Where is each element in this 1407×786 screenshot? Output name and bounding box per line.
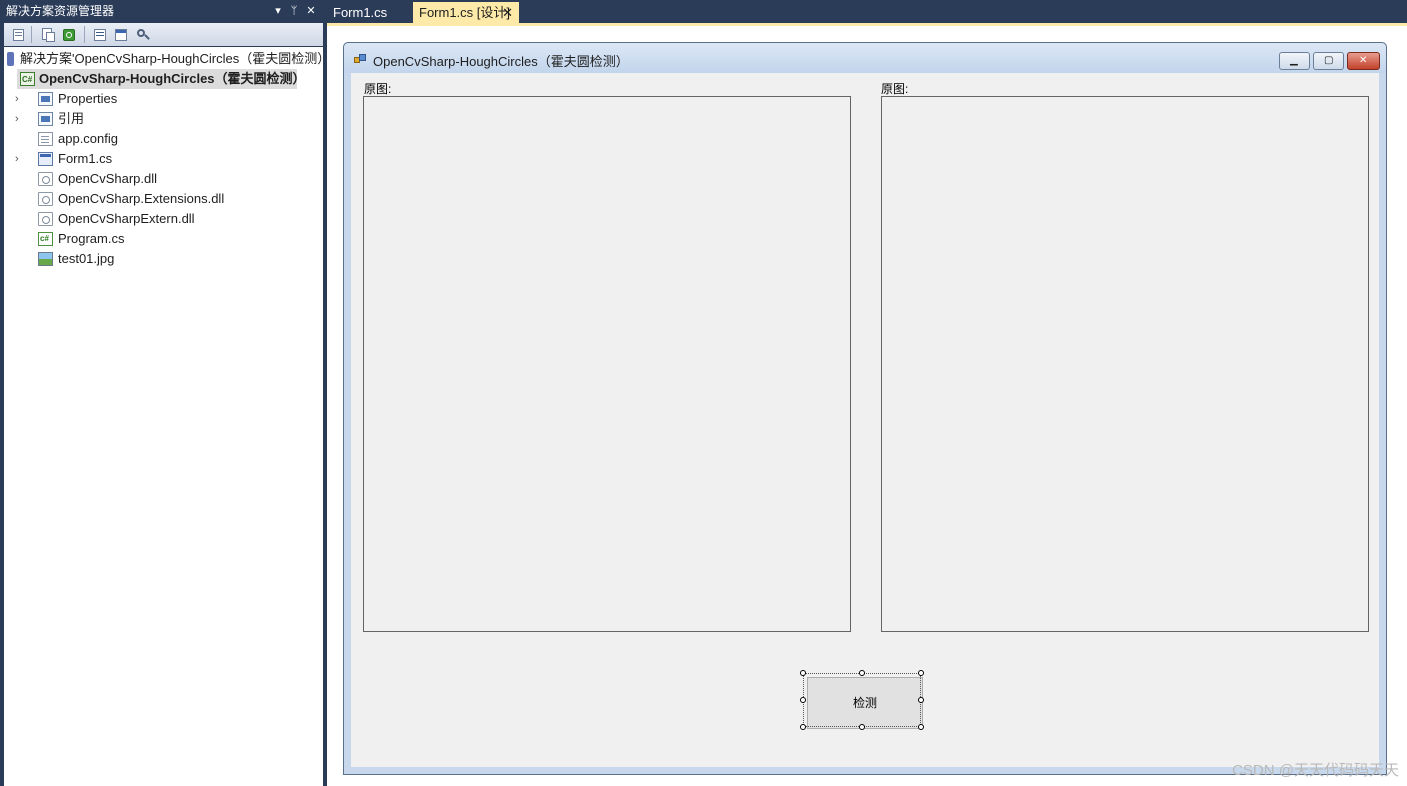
tree-item-form1[interactable]: › Form1.cs <box>4 149 323 169</box>
tree-item-label: OpenCvSharp.Extensions.dll <box>58 191 225 206</box>
minimize-button[interactable]: ▁ <box>1279 52 1310 70</box>
tree-item-label: Properties <box>58 91 118 106</box>
config-file-icon <box>38 132 53 146</box>
image-file-icon <box>38 252 53 266</box>
resize-handle-bottom[interactable] <box>859 724 865 730</box>
tab-close-icon[interactable]: ✕ <box>502 2 513 23</box>
solution-explorer-title: 解决方案资源管理器 <box>6 4 115 18</box>
expand-icon[interactable]: › <box>15 89 25 109</box>
designer-form-window[interactable]: OpenCvSharp-HoughCircles（霍夫圆检测） ▁ ▢ ✕ 原图… <box>343 42 1387 775</box>
resize-handle-right[interactable] <box>918 697 924 703</box>
resize-handle-top-left[interactable] <box>800 670 806 676</box>
properties-icon <box>38 92 53 106</box>
resize-handle-bottom-right[interactable] <box>918 724 924 730</box>
expand-icon[interactable]: › <box>15 109 25 129</box>
original-image-label-left: 原图: <box>364 82 392 96</box>
project-node[interactable]: OpenCvSharp-HoughCircles（霍夫圆检测） <box>4 69 323 90</box>
solution-icon <box>7 52 14 66</box>
solution-explorer-toolbar <box>4 23 323 46</box>
panel-dropdown-icon[interactable]: ▾ <box>270 0 286 22</box>
detect-button[interactable]: 检测 <box>807 677 923 729</box>
solution-explorer-titlebar: 解决方案资源管理器 ▾ ᛘ ✕ <box>0 0 323 22</box>
tab-label: Form1.cs [设计] <box>419 5 511 20</box>
tree-item-label: Program.cs <box>58 231 125 246</box>
tab-form1-designer[interactable]: Form1.cs [设计] ✕ <box>413 2 519 23</box>
tree-item-program-cs[interactable]: Program.cs <box>4 229 323 249</box>
document-tabstrip: Form1.cs Form1.cs [设计] ✕ <box>327 0 1407 23</box>
watermark-text: CSDN @天天代码码天天 <box>1232 762 1399 779</box>
tree-item-label: test01.jpg <box>58 251 115 266</box>
solution-tree: 解决方案'OpenCvSharp-HoughCircles（霍夫圆检测）' Op… <box>4 47 323 786</box>
form-icon <box>38 152 53 166</box>
dll-icon <box>38 172 53 186</box>
solution-label: 解决方案'OpenCvSharp-HoughCircles（霍夫圆检测）' <box>20 51 323 66</box>
csharp-file-icon <box>38 229 53 249</box>
form-title: OpenCvSharp-HoughCircles（霍夫圆检测） <box>373 54 629 69</box>
tree-item-references[interactable]: › 引用 <box>4 109 323 129</box>
close-button[interactable]: ✕ <box>1347 52 1380 70</box>
resize-handle-top[interactable] <box>859 670 865 676</box>
picturebox-left[interactable] <box>363 96 851 632</box>
view-code-icon[interactable] <box>91 26 109 44</box>
resize-handle-bottom-left[interactable] <box>800 724 806 730</box>
designer-canvas[interactable]: OpenCvSharp-HoughCircles（霍夫圆检测） ▁ ▢ ✕ 原图… <box>327 26 1407 786</box>
document-area: Form1.cs Form1.cs [设计] ✕ OpenCvSharp-Hou… <box>327 0 1407 786</box>
tree-item-test01-jpg[interactable]: test01.jpg <box>4 249 323 269</box>
solution-node[interactable]: 解决方案'OpenCvSharp-HoughCircles（霍夫圆检测）' <box>4 49 323 69</box>
maximize-button[interactable]: ▢ <box>1313 52 1344 70</box>
refresh-icon[interactable] <box>60 26 78 44</box>
resize-handle-left[interactable] <box>800 697 806 703</box>
form-client-area[interactable]: 原图: 原图: 检测 <box>351 73 1379 767</box>
tree-item-label: Form1.cs <box>58 151 113 166</box>
tab-form1-code[interactable]: Form1.cs <box>327 2 393 23</box>
solution-explorer-panel: 解决方案资源管理器 ▾ ᛘ ✕ 解决方案'OpenCvSharp-HoughCi… <box>0 0 323 786</box>
tree-item-label: OpenCvSharpExtern.dll <box>58 211 195 226</box>
maximize-icon: ▢ <box>1324 55 1334 66</box>
tree-item-properties[interactable]: › Properties <box>4 89 323 109</box>
original-image-label-right: 原图: <box>881 82 909 96</box>
dll-icon <box>38 212 53 226</box>
properties-toolbar-icon[interactable] <box>10 26 28 44</box>
references-icon <box>38 112 53 126</box>
show-all-files-icon[interactable] <box>39 26 57 44</box>
csharp-project-icon <box>20 70 35 90</box>
picturebox-right[interactable] <box>881 96 1369 632</box>
tab-label: Form1.cs <box>333 5 388 20</box>
tree-item-opencvsharp-dll[interactable]: OpenCvSharp.dll <box>4 169 323 189</box>
tree-item-label: app.config <box>58 131 118 146</box>
close-icon: ✕ <box>1359 55 1368 66</box>
resize-handle-top-right[interactable] <box>918 670 924 676</box>
tree-item-label: OpenCvSharp.dll <box>58 171 157 186</box>
minimize-icon: ▁ <box>1290 55 1298 66</box>
form-window-icon <box>354 54 367 65</box>
view-designer-icon[interactable] <box>112 26 130 44</box>
form-titlebar[interactable]: OpenCvSharp-HoughCircles（霍夫圆检测） ▁ ▢ ✕ <box>344 43 1386 73</box>
tree-item-extensions-dll[interactable]: OpenCvSharp.Extensions.dll <box>4 189 323 209</box>
project-label: OpenCvSharp-HoughCircles（霍夫圆检测） <box>39 71 306 86</box>
tree-item-extern-dll[interactable]: OpenCvSharpExtern.dll <box>4 209 323 229</box>
dll-icon <box>38 192 53 206</box>
class-diagram-icon[interactable] <box>134 26 152 44</box>
tree-item-label: 引用 <box>58 111 85 126</box>
expand-icon[interactable]: › <box>15 149 25 169</box>
panel-close-icon[interactable]: ✕ <box>303 0 319 22</box>
pin-icon[interactable]: ᛘ <box>286 0 302 22</box>
tree-item-app-config[interactable]: app.config <box>4 129 323 149</box>
